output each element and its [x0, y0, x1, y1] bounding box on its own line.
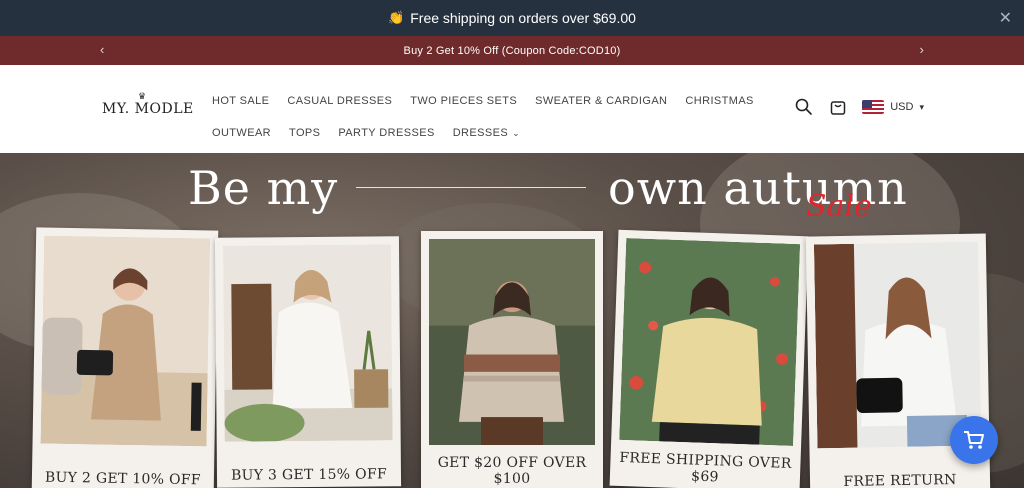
- model-photo: [619, 238, 801, 446]
- chevron-down-icon: ⌄: [512, 128, 521, 138]
- model-photo: [222, 244, 393, 442]
- card-caption: FREE RETURN: [843, 471, 957, 488]
- crown-icon: ♛: [138, 92, 147, 102]
- nav-dresses-label: DRESSES: [452, 127, 509, 139]
- search-icon[interactable]: [794, 97, 814, 117]
- promo-card[interactable]: BUY 3 GET 15% OFF: [214, 236, 402, 488]
- hero-sale-script: Sale: [806, 189, 872, 224]
- cart-icon[interactable]: [828, 97, 848, 117]
- nav-hot-sale[interactable]: HOT SALE: [212, 95, 269, 107]
- nav-party-dresses[interactable]: PARTY DRESSES: [338, 127, 434, 139]
- nav-outwear[interactable]: OUTWEAR: [212, 127, 271, 139]
- site-logo[interactable]: ♛ MY. MODLE: [102, 92, 194, 117]
- nav-christmas[interactable]: CHRISTMAS: [685, 95, 753, 107]
- currency-selector[interactable]: USD ▾: [862, 100, 924, 114]
- announcement-text: Free shipping on orders over $69.00: [410, 10, 636, 26]
- promo-card[interactable]: BUY 2 GET 10% OFF: [31, 227, 219, 488]
- card-caption: FREE SHIPPING OVER $69: [619, 449, 792, 486]
- header-icons: USD ▾: [794, 97, 924, 117]
- nav-sweater-cardigan[interactable]: SWEATER & CARDIGAN: [535, 95, 667, 107]
- nav-tops[interactable]: TOPS: [289, 127, 320, 139]
- model-photo: [429, 239, 595, 445]
- shopping-cart-icon: [964, 431, 984, 449]
- card-caption: GET $20 OFF OVER $100: [437, 455, 587, 487]
- main-nav: HOT SALE CASUAL DRESSES TWO PIECES SETS …: [212, 85, 753, 149]
- currency-label: USD: [890, 101, 914, 113]
- card-caption: BUY 3 GET 15% OFF: [230, 466, 388, 484]
- clap-icon: 👏: [388, 10, 405, 25]
- hero-banner[interactable]: Be my own autumn Sale BUY 2 GET 10% OFF: [0, 153, 1024, 488]
- chevron-left-icon[interactable]: ‹: [100, 42, 105, 57]
- nav-casual-dresses[interactable]: CASUAL DRESSES: [287, 95, 392, 107]
- hero-title-left: Be my: [188, 161, 339, 215]
- nav-dresses[interactable]: DRESSES ⌄: [453, 127, 520, 139]
- nav-row-1: HOT SALE CASUAL DRESSES TWO PIECES SETS …: [212, 85, 753, 117]
- nav-row-2: OUTWEAR TOPS PARTY DRESSES DRESSES ⌄: [212, 117, 712, 149]
- model-photo: [813, 241, 982, 449]
- announcement-bar: 👏 Free shipping on orders over $69.00 ✕: [0, 0, 1024, 36]
- promo-card[interactable]: FREE SHIPPING OVER $69: [609, 229, 809, 488]
- card-caption: BUY 2 GET 10% OFF: [44, 469, 202, 488]
- chevron-right-icon[interactable]: ›: [919, 42, 924, 57]
- nav-two-pieces-sets[interactable]: TWO PIECES SETS: [410, 95, 517, 107]
- promo-card[interactable]: GET $20 OFF OVER $100: [421, 231, 603, 488]
- promo-text: Buy 2 Get 10% Off (Coupon Code:COD10): [403, 44, 621, 57]
- close-icon[interactable]: ✕: [999, 8, 1012, 28]
- chevron-down-icon: ▾: [919, 101, 924, 112]
- floating-cart-button[interactable]: [950, 416, 998, 464]
- promo-bar: ‹ Buy 2 Get 10% Off (Coupon Code:COD10) …: [0, 36, 1024, 65]
- model-photo: [40, 235, 211, 447]
- hero-divider: [356, 187, 586, 188]
- site-header: ♛ MY. MODLE HOT SALE CASUAL DRESSES TWO …: [0, 65, 1024, 153]
- logo-text: MY. MODLE: [102, 101, 194, 117]
- us-flag-icon: [862, 100, 885, 114]
